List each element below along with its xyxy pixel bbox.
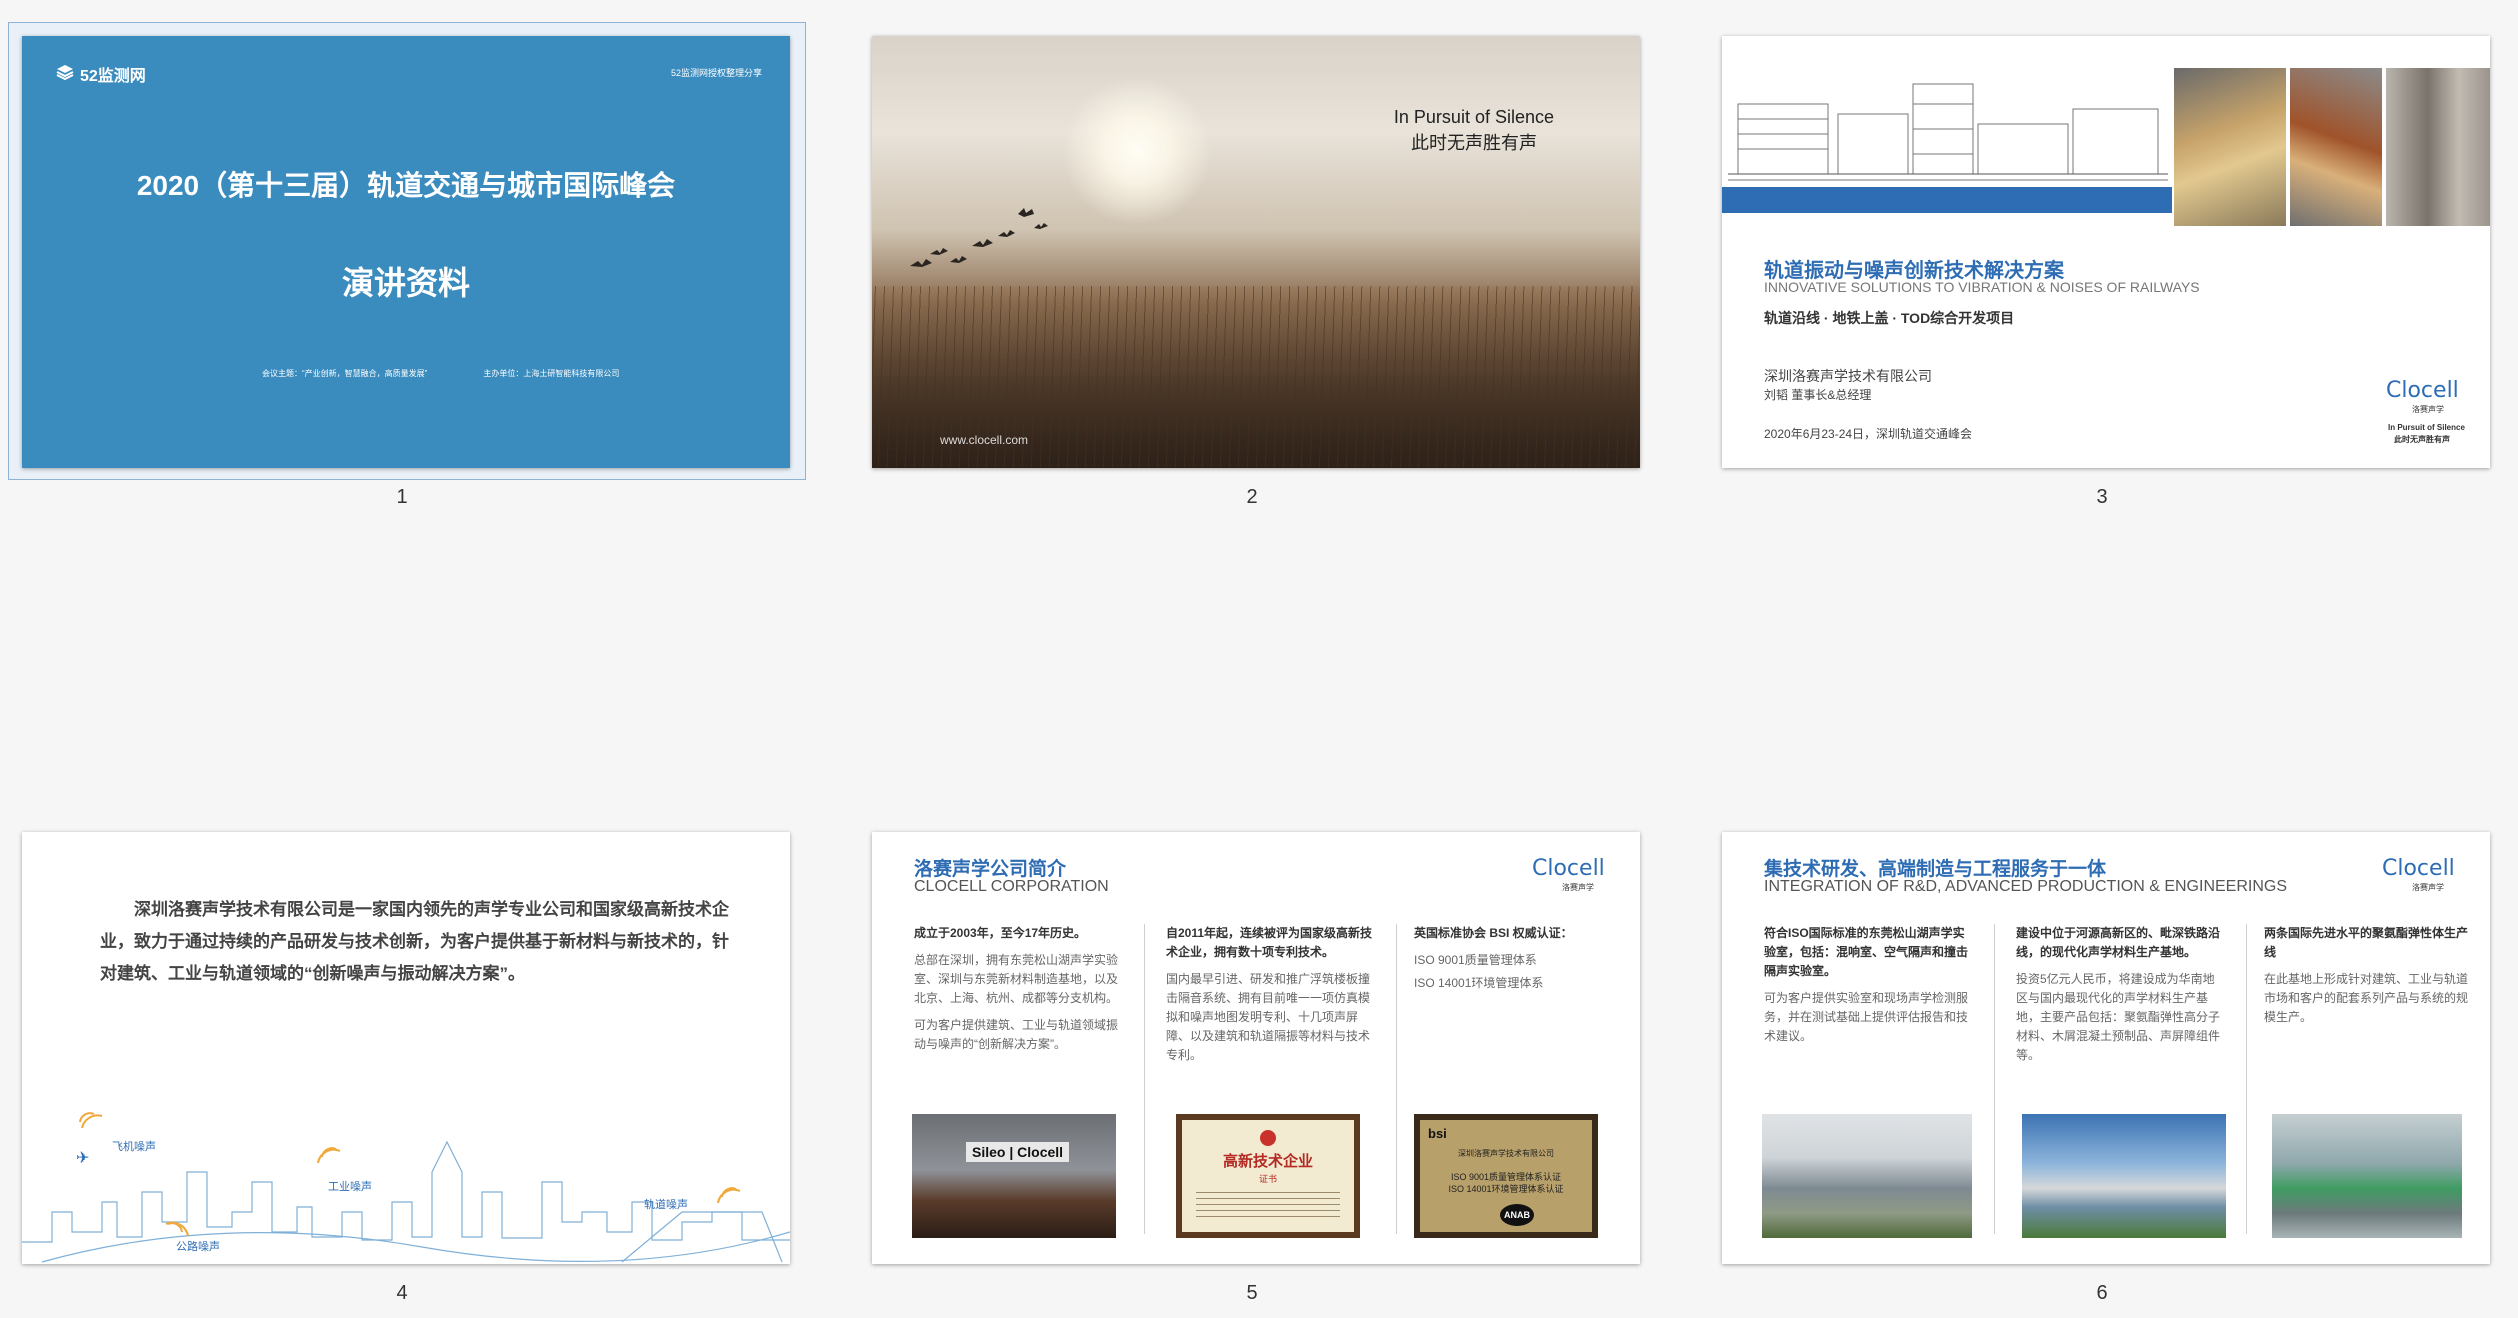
slide5-column-1: 成立于2003年，至今17年历史。 总部在深圳，拥有东莞松山湖声学实验室、深圳与… [914, 924, 1124, 1062]
layers-icon [56, 64, 74, 85]
slide5-column-3: 英国标准协会 BSI 权威认证： ISO 9001质量管理体系 ISO 1400… [1414, 924, 1624, 1001]
lab-building-photo [1762, 1114, 1972, 1238]
slide6-col3-title: 两条国际先进水平的聚氨酯弹性体生产线 [2264, 926, 2469, 959]
bsi-certificate: bsi 深圳洛赛声学技术有限公司 ISO 9001质量管理体系认证 ISO 14… [1414, 1114, 1598, 1238]
slide-thumbnail-3[interactable]: 轨道振动与噪声创新技术解决方案 INNOVATIVE SOLUTIONS TO … [1722, 36, 2490, 468]
slide-thumbnail-5[interactable]: 洛赛声学公司简介 CLOCELL CORPORATION Clocell 洛赛声… [872, 832, 1640, 1264]
slide6-col2-title: 建设中位于河源高新区的、毗深铁路沿线，的现代化声学材料生产基地。 [2016, 926, 2221, 959]
slide6-title-en: INTEGRATION OF R&D, ADVANCED PRODUCTION … [1764, 878, 2288, 895]
slide3-brand-cn: 洛赛声学 [2412, 405, 2444, 414]
slide1-footer-theme: 会议主题：“产业创新，智慧融合，高质量发展” [262, 369, 428, 378]
slide-number-5: 5 [1246, 1282, 1258, 1304]
slide6-column-2: 建设中位于河源高新区的、毗深铁路沿线，的现代化声学材料生产基地。 投资5亿元人民… [2016, 924, 2226, 1073]
slide6-col1-title: 符合ISO国际标准的东莞松山湖声学实验室，包括：混响室、空气隔声和撞击隔声实验室… [1764, 926, 1969, 978]
slide5-col1-body2: 可为客户提供建筑、工业与轨道领域振动与噪声的“创新解决方案”。 [914, 1018, 1119, 1051]
column-divider [1994, 924, 1995, 1234]
slide5-col2-body: 国内最早引进、研发和推广浮筑楼板撞击隔音系统、拥有目前唯一一项仿真模拟和噪声地图… [1166, 972, 1371, 1062]
slide5-title-cn: 洛赛声学公司简介 [914, 859, 1067, 880]
slide5-brand-cn: 洛赛声学 [1562, 883, 1594, 892]
slide3-tags: 轨道沿线 · 地铁上盖 · TOD综合开发项目 [1764, 310, 2015, 326]
slide2-caption: In Pursuit of Silence 此时无声胜有声 [1394, 104, 1554, 156]
office-sign: Sileo | Clocell [966, 1142, 1070, 1162]
slide3-event: 2020年6月23-24日，深圳轨道交通峰会 [1764, 427, 1973, 441]
slide-thumbnail-6[interactable]: 集技术研发、高端制造与工程服务于一体 INTEGRATION OF R&D, A… [1722, 832, 2490, 1264]
slide2-website: www.clocell.com [940, 433, 1029, 447]
factory-rendering-photo [2022, 1114, 2226, 1238]
plane-noise-label: 飞机噪声 [112, 1141, 156, 1153]
cert2-line3: ISO 14001环境管理体系认证 [1448, 1184, 1564, 1194]
slide4-company-description: 深圳洛赛声学技术有限公司是一家国内领先的声学专业公司和国家级高新技术企业，致力于… [100, 900, 729, 983]
bsi-logo: bsi [1428, 1126, 1447, 1141]
cert1-sub: 证书 [1258, 1174, 1277, 1184]
birds-image [910, 208, 1048, 267]
slide6-col2-body: 投资5亿元人民币，将建设成为华南地区与国内最现代化的声学材料生产基地，主要产品包… [2016, 972, 2221, 1062]
office-reception-photo: Sileo | Clocell [912, 1114, 1116, 1238]
road-noise-label: 公路噪声 [176, 1241, 220, 1253]
slide-number-2: 2 [1246, 486, 1258, 508]
slide5-col1-body1: 总部在深圳，拥有东莞松山湖声学实验室、深圳与东莞新材料制造基地，以及北京、上海、… [914, 953, 1119, 1005]
production-line-photo [2272, 1114, 2462, 1238]
slide5-col3-item2: ISO 14001环境管理体系 [1414, 976, 1544, 990]
slide3-slogan-en: In Pursuit of Silence [2388, 423, 2465, 432]
slide-number-4: 4 [396, 1282, 408, 1304]
slide6-col3-body: 在此基地上形成针对建筑、工业与轨道市场和客户的配套系列产品与系统的规模生产。 [2264, 972, 2469, 1024]
slide2-caption-en: In Pursuit of Silence [1393, 107, 1554, 127]
airplane-icon: ✈ [76, 1150, 90, 1167]
slide5-col3-item1: ISO 9001质量管理体系 [1414, 953, 1537, 967]
sun-glow [1062, 76, 1212, 226]
slide5-brand-logo: Clocell [1532, 856, 1605, 881]
column-divider [1396, 924, 1397, 1234]
slide1-share-note: 52监测网授权整理分享 [670, 68, 762, 78]
city-skyline-illustration [22, 1112, 790, 1263]
slide-number-3: 3 [2096, 486, 2108, 508]
high-tech-certificate: 高新技术企业 证书 [1176, 1114, 1360, 1238]
cert2-line1: 深圳洛赛声学技术有限公司 [1458, 1149, 1554, 1158]
slide5-column-2: 自2011年起，连续被评为国家级高新技术企业，拥有数十项专利技术。 国内最早引进… [1166, 924, 1376, 1073]
slide1-footer: 会议主题：“产业创新，智慧融合，高质量发展” 主办单位：上海土研智能科技有限公司 [262, 368, 619, 379]
blue-band [1722, 187, 2172, 213]
construction-photo-2 [2290, 68, 2382, 226]
slide1-footer-organizer: 主办单位：上海土研智能科技有限公司 [483, 369, 620, 378]
slide-number-6: 6 [2096, 1282, 2108, 1304]
slide-thumbnail-4[interactable]: 深圳洛赛声学技术有限公司是一家国内领先的声学专业公司和国家级高新技术企业，致力于… [22, 832, 790, 1264]
slide3-company: 深圳洛赛声学技术有限公司 [1764, 368, 1932, 384]
certificate-seal-icon [1260, 1130, 1276, 1146]
cert1-title: 高新技术企业 [1222, 1153, 1313, 1170]
slide-number-1: 1 [396, 486, 408, 508]
slide5-col3-title: 英国标准协会 BSI 权威认证： [1414, 926, 1573, 940]
construction-photo-3 [2386, 68, 2490, 226]
column-divider [1144, 924, 1145, 1234]
construction-photo-1 [2174, 68, 2286, 226]
anab-badge: ANAB [1500, 1204, 1534, 1226]
slide1-title: 2020（第十三届）轨道交通与城市国际峰会 [136, 170, 676, 201]
slide5-title-en: CLOCELL CORPORATION [914, 878, 1109, 895]
slide6-title-cn: 集技术研发、高端制造与工程服务于一体 [1764, 859, 2107, 880]
cert1-lines [1196, 1192, 1340, 1222]
slide3-title-en: INNOVATIVE SOLUTIONS TO VIBRATION & NOIS… [1764, 279, 2200, 295]
slide6-column-1: 符合ISO国际标准的东莞松山湖声学实验室，包括：混响室、空气隔声和撞击隔声实验室… [1764, 924, 1974, 1054]
slide2-caption-cn: 此时无声胜有声 [1410, 133, 1537, 153]
slide-thumbnail-2[interactable]: In Pursuit of Silence 此时无声胜有声 www.clocel… [872, 36, 1640, 468]
slide1-subtitle: 演讲资料 [341, 265, 470, 301]
rail-noise-label: 轨道噪声 [644, 1199, 688, 1211]
slide6-column-3: 两条国际先进水平的聚氨酯弹性体生产线 在此基地上形成针对建筑、工业与轨道市场和客… [2264, 924, 2474, 1035]
slide6-brand-cn: 洛赛声学 [2412, 883, 2444, 892]
slide3-person: 刘韬 董事长&总经理 [1764, 388, 1872, 402]
building-section-drawing [1728, 83, 2168, 181]
slide5-col2-title: 自2011年起，连续被评为国家级高新技术企业，拥有数十项专利技术。 [1166, 926, 1373, 959]
slide3-slogan-cn: 此时无声胜有声 [2394, 435, 2450, 444]
slide6-brand-logo: Clocell [2382, 856, 2455, 881]
slide1-logo: 52监测网 [56, 62, 146, 86]
slide-thumbnail-1[interactable]: 52监测网 52监测网授权整理分享 2020（第十三届）轨道交通与城市国际峰会 … [22, 36, 790, 468]
slide3-brand-logo: Clocell [2386, 378, 2459, 403]
industry-noise-label: 工业噪声 [328, 1181, 372, 1193]
slide5-col1-title: 成立于2003年，至今17年历史。 [914, 926, 1087, 940]
slide6-col1-body: 可为客户提供实验室和现场声学检测服务，并在测试基础上提供评估报告和技术建议。 [1764, 991, 1969, 1043]
column-divider [2246, 924, 2247, 1234]
